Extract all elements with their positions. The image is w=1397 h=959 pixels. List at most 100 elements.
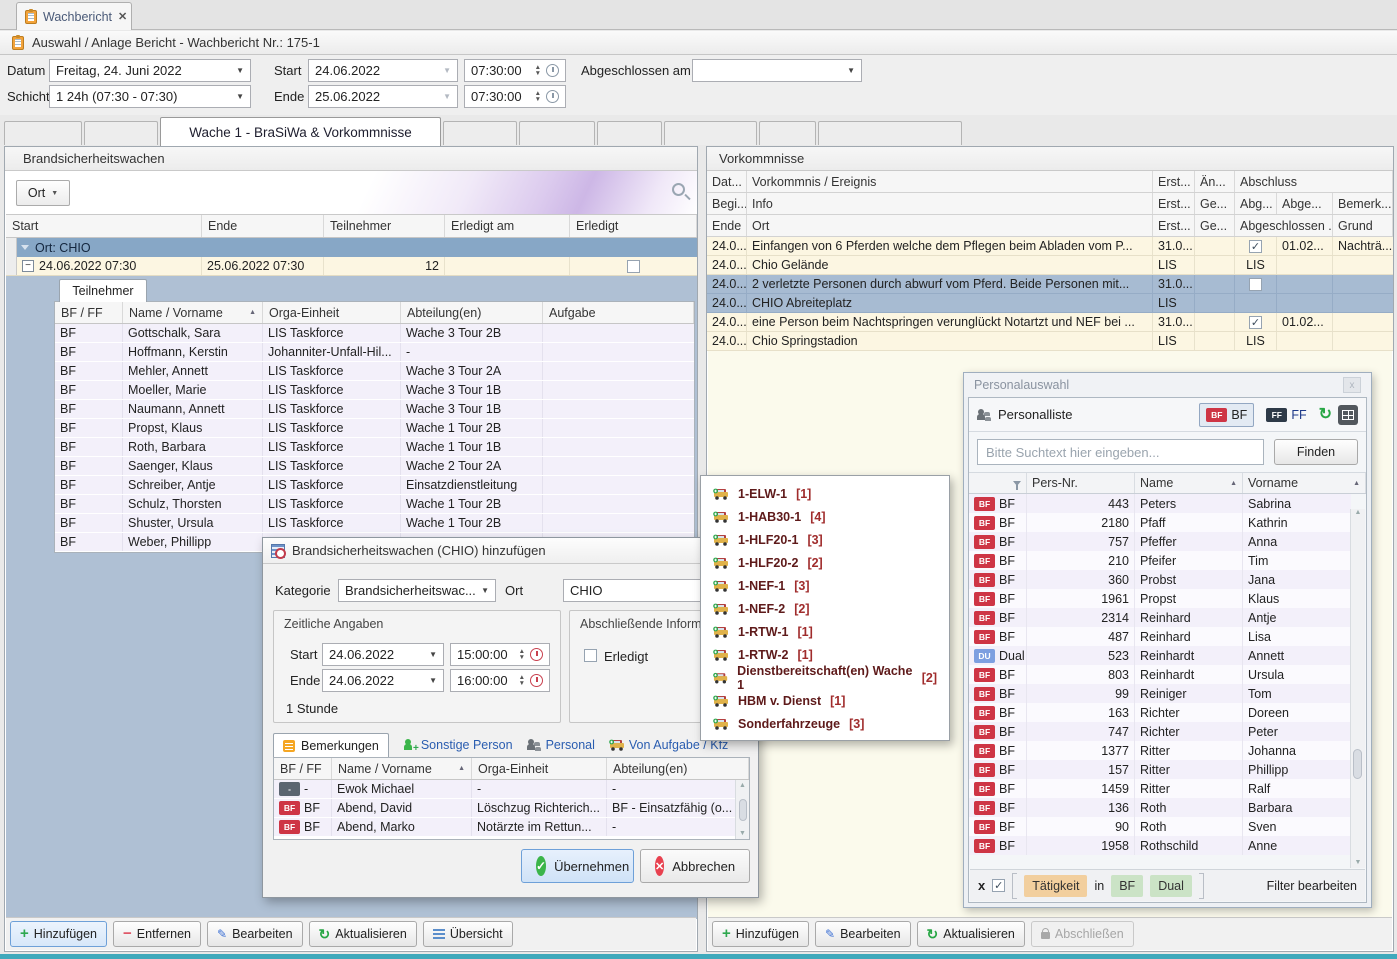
chevron-down-icon[interactable]: ▼	[236, 92, 244, 101]
table-row[interactable]: 24.0... 2 verletzte Personen durch abwur…	[707, 275, 1393, 294]
remove-button[interactable]: −Entfernen	[113, 921, 201, 947]
column-bemerk[interactable]: Bemerk...	[1333, 193, 1393, 214]
tab-empty[interactable]	[597, 121, 662, 145]
table-row[interactable]: BFBF 2314 Reinhard Antje	[969, 608, 1351, 627]
refresh-button[interactable]: ↻Aktualisieren	[917, 921, 1025, 947]
table-row[interactable]: BF Naumann, Annett LIS Taskforce Wache 3…	[55, 400, 694, 419]
filter-field-chip[interactable]: Tätigkeit	[1024, 875, 1087, 897]
filter-value-bf[interactable]: BF	[1111, 875, 1143, 897]
tab-empty[interactable]	[4, 121, 82, 145]
chevron-down-icon[interactable]: ▼	[847, 66, 855, 75]
column-abgeschlossen[interactable]: Abgeschlossen ...	[1235, 215, 1333, 236]
table-row[interactable]: BFBF 487 Reinhard Lisa	[969, 627, 1351, 646]
erledigt-checkbox[interactable]	[627, 260, 640, 273]
time-spinner[interactable]: ▲▼	[519, 649, 525, 661]
abgeschlossen-checkbox[interactable]	[1249, 240, 1262, 253]
time-spinner[interactable]: ▲▼	[535, 65, 541, 77]
group-by-ort-button[interactable]: Ort▼	[16, 180, 70, 206]
edit-button[interactable]: ✎Bearbeiten	[815, 921, 911, 947]
column-vorkommnis[interactable]: Vorkommnis / Ereignis	[747, 171, 1153, 192]
table-row[interactable]: BFBF 803 Reinhardt Ursula	[969, 665, 1351, 684]
column-ende[interactable]: Ende	[202, 215, 324, 237]
abgeschlossen-checkbox[interactable]	[1249, 278, 1262, 291]
menu-item[interactable]: 1-HAB30-1 [4]	[701, 505, 949, 528]
filter-funnel-icon[interactable]	[1013, 481, 1021, 486]
edit-button[interactable]: ✎Bearbeiten	[207, 921, 303, 947]
grid-view-icon[interactable]	[1338, 405, 1358, 425]
column-teilnehmer[interactable]: Teilnehmer	[324, 215, 445, 237]
column-grund[interactable]: Grund	[1333, 215, 1393, 236]
clock-icon[interactable]	[530, 648, 543, 661]
tab-empty[interactable]	[519, 121, 595, 145]
column-name[interactable]: Name▲	[1135, 473, 1243, 493]
ende-date-field[interactable]: 25.06.2022▼	[308, 85, 458, 108]
menu-item[interactable]: 1-NEF-2 [2]	[701, 597, 949, 620]
menu-item[interactable]: 1-NEF-1 [3]	[701, 574, 949, 597]
bf-filter-toggle[interactable]: BFBF	[1199, 403, 1254, 427]
column-erst[interactable]: Erst...	[1153, 215, 1195, 236]
start-date-combobox[interactable]: 24.06.2022▼	[322, 643, 444, 666]
column-start[interactable]: Start	[6, 215, 202, 237]
refresh-icon[interactable]: ↻	[1319, 409, 1332, 421]
scroll-down-icon[interactable]: ▼	[739, 830, 746, 837]
tab-bemerkungen[interactable]: Bemerkungen	[273, 733, 389, 757]
menu-item[interactable]: 1-HLF20-2 [2]	[701, 551, 949, 574]
column-begi[interactable]: Begi...	[707, 193, 747, 214]
table-row[interactable]: BFBF 99 Reiniger Tom	[969, 684, 1351, 703]
column-abteilung[interactable]: Abteilung(en)	[607, 758, 749, 779]
column-erst[interactable]: Erst...	[1153, 171, 1195, 192]
start-time-field[interactable]: 07:30:00 ▲▼	[464, 59, 566, 82]
column-ende[interactable]: Ende	[707, 215, 747, 236]
column-persnr[interactable]: Pers-Nr.	[1027, 473, 1135, 493]
table-row[interactable]: BFBF 360 Probst Jana	[969, 570, 1351, 589]
clock-icon[interactable]	[546, 64, 559, 77]
table-row[interactable]: BF Schulz, Thorsten LIS Taskforce Wache …	[55, 495, 694, 514]
tab-empty[interactable]	[818, 121, 962, 145]
table-row[interactable]: BFBF 2180 Pfaff Kathrin	[969, 513, 1351, 532]
column-dat[interactable]: Dat...	[707, 171, 747, 192]
menu-item[interactable]: 1-ELW-1 [1]	[701, 482, 949, 505]
ende-time-field[interactable]: 07:30:00 ▲▼	[464, 85, 566, 108]
table-row[interactable]: BFBF 163 Richter Doreen	[969, 703, 1351, 722]
scrollbar-thumb[interactable]	[1353, 749, 1362, 779]
table-row[interactable]: BF Propst, Klaus LIS Taskforce Wache 1 T…	[55, 419, 694, 438]
find-button[interactable]: Finden	[1274, 439, 1358, 465]
chevron-down-icon[interactable]: ▼	[481, 586, 489, 595]
brasiwa-entry-row[interactable]: −24.06.2022 07:30 25.06.2022 07:30 12	[6, 257, 697, 276]
menu-item[interactable]: 1-RTW-1 [1]	[701, 620, 949, 643]
table-row[interactable]: 24.0... Chio Springstadion LIS LIS	[707, 332, 1393, 351]
column-aufgabe[interactable]: Aufgabe	[543, 302, 694, 323]
chevron-down-icon[interactable]: ▼	[443, 66, 451, 75]
column-orga-einheit[interactable]: Orga-Einheit	[263, 302, 401, 323]
table-row[interactable]: BFBF 210 Pfeifer Tim	[969, 551, 1351, 570]
tab-close-icon[interactable]: ✕	[118, 10, 127, 23]
add-button[interactable]: +Hinzufügen	[10, 921, 107, 947]
abgeschlossen-checkbox[interactable]	[1249, 316, 1262, 329]
add-button[interactable]: +Hinzufügen	[712, 921, 809, 947]
search-input[interactable]	[977, 439, 1264, 465]
menu-item[interactable]: Dienstbereitschaft(en) Wache 1 [2]	[701, 666, 949, 689]
vertical-scrollbar[interactable]: ▲ ▼	[1350, 509, 1365, 868]
tab-personal[interactable]: Personal	[527, 733, 595, 757]
menu-item[interactable]: 1-HLF20-1 [3]	[701, 528, 949, 551]
table-row[interactable]: BFBF 757 Pfeffer Anna	[969, 532, 1351, 551]
chevron-down-icon[interactable]: ▼	[429, 676, 437, 685]
column-ge[interactable]: Ge...	[1195, 193, 1235, 214]
table-row[interactable]: BFBF 136 Roth Barbara	[969, 798, 1351, 817]
column-filter[interactable]	[969, 473, 1027, 493]
close-icon[interactable]: x	[1343, 377, 1361, 393]
column-abg[interactable]: Abg...	[1235, 193, 1277, 214]
table-row[interactable]: BF Moeller, Marie LIS Taskforce Wache 3 …	[55, 381, 694, 400]
table-row[interactable]: DUDual 523 Reinhardt Annett	[969, 646, 1351, 665]
filter-edit-link[interactable]: Filter bearbeiten	[1267, 879, 1357, 893]
column-name-vorname[interactable]: Name / Vorname▲	[123, 302, 263, 323]
column-bf-ff[interactable]: BF / FF	[55, 302, 123, 323]
tab-empty[interactable]	[664, 121, 757, 145]
tab-wache1-brasiwa[interactable]: Wache 1 - BraSiWa & Vorkommnisse	[160, 117, 441, 146]
table-row[interactable]: BFBF 443 Peters Sabrina	[969, 494, 1351, 513]
tab-sonstige-person[interactable]: Sonstige Person	[403, 733, 513, 757]
overview-button[interactable]: Übersicht	[423, 921, 513, 947]
column-ort[interactable]: Ort	[747, 215, 1153, 236]
column-name-vorname[interactable]: Name / Vorname▲	[332, 758, 472, 779]
tab-wachbericht[interactable]: Wachbericht ✕	[16, 2, 132, 30]
